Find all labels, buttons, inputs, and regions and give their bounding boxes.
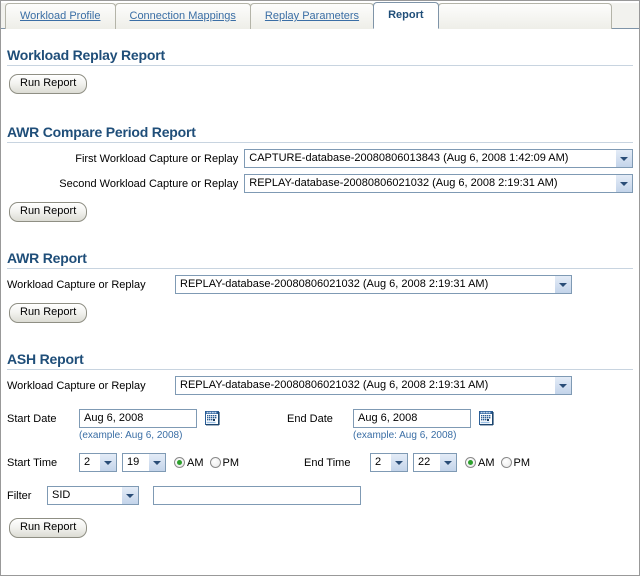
end-time-pm-label: PM: [513, 456, 531, 469]
first-capture-label: First Workload Capture or Replay: [75, 152, 239, 165]
end-time-hour-value: 2: [375, 456, 382, 468]
start-time-am-radio[interactable]: AM: [174, 457, 204, 469]
end-date-hint: (example: Aug 6, 2008): [353, 430, 457, 441]
end-time-minute-value: 22: [418, 456, 431, 468]
chevron-down-icon[interactable]: [615, 175, 632, 192]
run-report-button-ash-report[interactable]: Run Report: [9, 518, 88, 538]
start-date-hint: (example: Aug 6, 2008): [79, 430, 183, 441]
start-date-label: Start Date: [7, 412, 57, 425]
workload-replay-run-row: Run Report: [9, 74, 633, 94]
tab-label: Connection Mappings: [129, 10, 236, 22]
ash-capture-row: Workload Capture or Replay REPLAY-databa…: [7, 376, 633, 395]
second-capture-label: Second Workload Capture or Replay: [59, 177, 239, 190]
start-time-am-label: AM: [187, 456, 204, 469]
tab-label: Workload Profile: [20, 10, 101, 22]
ash-capture-label: Workload Capture or Replay: [7, 379, 146, 392]
end-time-minute-select[interactable]: 22: [413, 453, 457, 472]
start-time-pm-radio[interactable]: PM: [209, 456, 240, 469]
spacer-top: [7, 29, 633, 47]
end-time-am-label: AM: [478, 456, 495, 469]
ash-capture-select[interactable]: REPLAY-database-20080806021032 (Aug 6, 2…: [175, 376, 572, 395]
run-report-button-awr-compare[interactable]: Run Report: [9, 202, 88, 222]
end-date-calendar-icon[interactable]: [479, 410, 495, 427]
tab-connection-mappings[interactable]: Connection Mappings: [114, 3, 251, 29]
time-row: Start Time 2 19 AM PM End Time 2 22 AM P…: [7, 453, 633, 472]
spacer-awr-compare: [7, 94, 633, 124]
start-time-minute-value: 19: [127, 456, 140, 468]
second-capture-select-value: REPLAY-database-20080806021032 (Aug 6, 2…: [249, 177, 558, 189]
chevron-down-icon[interactable]: [99, 454, 116, 471]
report-content: Workload Replay Report Run Report AWR Co…: [1, 29, 639, 538]
section-divider: [7, 268, 633, 269]
start-time-label: Start Time: [7, 456, 58, 469]
date-hint-row: (example: Aug 6, 2008) (example: Aug 6, …: [7, 430, 633, 441]
ash-report-run-row: Run Report: [9, 518, 633, 538]
start-time-hour-value: 2: [84, 456, 91, 468]
start-time-pm-label: PM: [222, 456, 240, 469]
radio-dot-icon: [465, 457, 476, 468]
end-date-input[interactable]: Aug 6, 2008: [353, 409, 471, 428]
awr-compare-period-report-title: AWR Compare Period Report: [7, 124, 196, 140]
start-time-meridiem-group: AM PM: [174, 457, 245, 469]
first-capture-row: First Workload Capture or Replay CAPTURE…: [7, 149, 633, 168]
chevron-down-icon[interactable]: [615, 150, 632, 167]
ash-capture-select-value: REPLAY-database-20080806021032 (Aug 6, 2…: [180, 379, 489, 391]
tab-bar: Workload Profile Connection Mappings Rep…: [1, 1, 639, 29]
tab-report[interactable]: Report: [373, 2, 439, 29]
date-row: Start Date Aug 6, 2008 End Date Aug 6, 2…: [7, 409, 633, 428]
start-date-input[interactable]: Aug 6, 2008: [79, 409, 197, 428]
chevron-down-icon[interactable]: [148, 454, 165, 471]
filter-label: Filter: [7, 489, 32, 502]
second-capture-row: Second Workload Capture or Replay REPLAY…: [7, 174, 633, 193]
chevron-down-icon[interactable]: [390, 454, 407, 471]
awr-compare-run-row: Run Report: [9, 202, 633, 222]
report-page: Workload Profile Connection Mappings Rep…: [0, 0, 640, 576]
radio-dot-icon: [174, 457, 185, 468]
section-divider: [7, 142, 633, 143]
filter-select-value: SID: [52, 489, 71, 501]
awr-capture-select-value: REPLAY-database-20080806021032 (Aug 6, 2…: [180, 278, 489, 290]
second-capture-select[interactable]: REPLAY-database-20080806021032 (Aug 6, 2…: [244, 174, 633, 193]
first-capture-select-value: CAPTURE-database-20080806013843 (Aug 6, …: [249, 152, 569, 164]
end-time-meridiem-group: AM PM: [465, 457, 536, 469]
tab-workload-profile[interactable]: Workload Profile: [5, 3, 116, 29]
start-time-hour-select[interactable]: 2: [79, 453, 117, 472]
tab-bar-filler: [437, 3, 612, 29]
start-date-calendar-icon[interactable]: [205, 410, 221, 427]
chevron-down-icon[interactable]: [439, 454, 456, 471]
tab-label: Report: [388, 9, 424, 21]
workload-replay-report-title: Workload Replay Report: [7, 47, 165, 63]
section-divider: [7, 65, 633, 66]
filter-text-input[interactable]: [153, 486, 361, 505]
awr-capture-row: Workload Capture or Replay REPLAY-databa…: [7, 275, 633, 294]
radio-dot-icon: [500, 457, 512, 468]
spacer-awr-report: [7, 222, 633, 250]
end-time-label: End Time: [304, 456, 351, 469]
first-capture-select[interactable]: CAPTURE-database-20080806013843 (Aug 6, …: [244, 149, 633, 168]
section-divider: [7, 369, 633, 370]
awr-capture-label: Workload Capture or Replay: [7, 278, 146, 291]
end-time-hour-select[interactable]: 2: [370, 453, 408, 472]
end-date-label: End Date: [287, 412, 333, 425]
awr-report-run-row: Run Report: [9, 303, 633, 323]
filter-select[interactable]: SID: [47, 486, 139, 505]
chevron-down-icon[interactable]: [121, 487, 138, 504]
radio-dot-icon: [209, 457, 221, 468]
end-time-pm-radio[interactable]: PM: [500, 456, 531, 469]
filter-row: Filter SID: [7, 486, 633, 505]
tab-replay-parameters[interactable]: Replay Parameters: [249, 3, 375, 29]
tab-label: Replay Parameters: [264, 10, 360, 22]
chevron-down-icon[interactable]: [554, 276, 571, 293]
ash-report-title: ASH Report: [7, 351, 84, 367]
start-time-minute-select[interactable]: 19: [122, 453, 166, 472]
awr-capture-select[interactable]: REPLAY-database-20080806021032 (Aug 6, 2…: [175, 275, 572, 294]
chevron-down-icon[interactable]: [554, 377, 571, 394]
run-report-button-workload-replay[interactable]: Run Report: [9, 74, 88, 94]
spacer-ash-report: [7, 323, 633, 351]
run-report-button-awr-report[interactable]: Run Report: [9, 303, 88, 323]
end-time-am-radio[interactable]: AM: [465, 457, 495, 469]
awr-report-title: AWR Report: [7, 250, 87, 266]
